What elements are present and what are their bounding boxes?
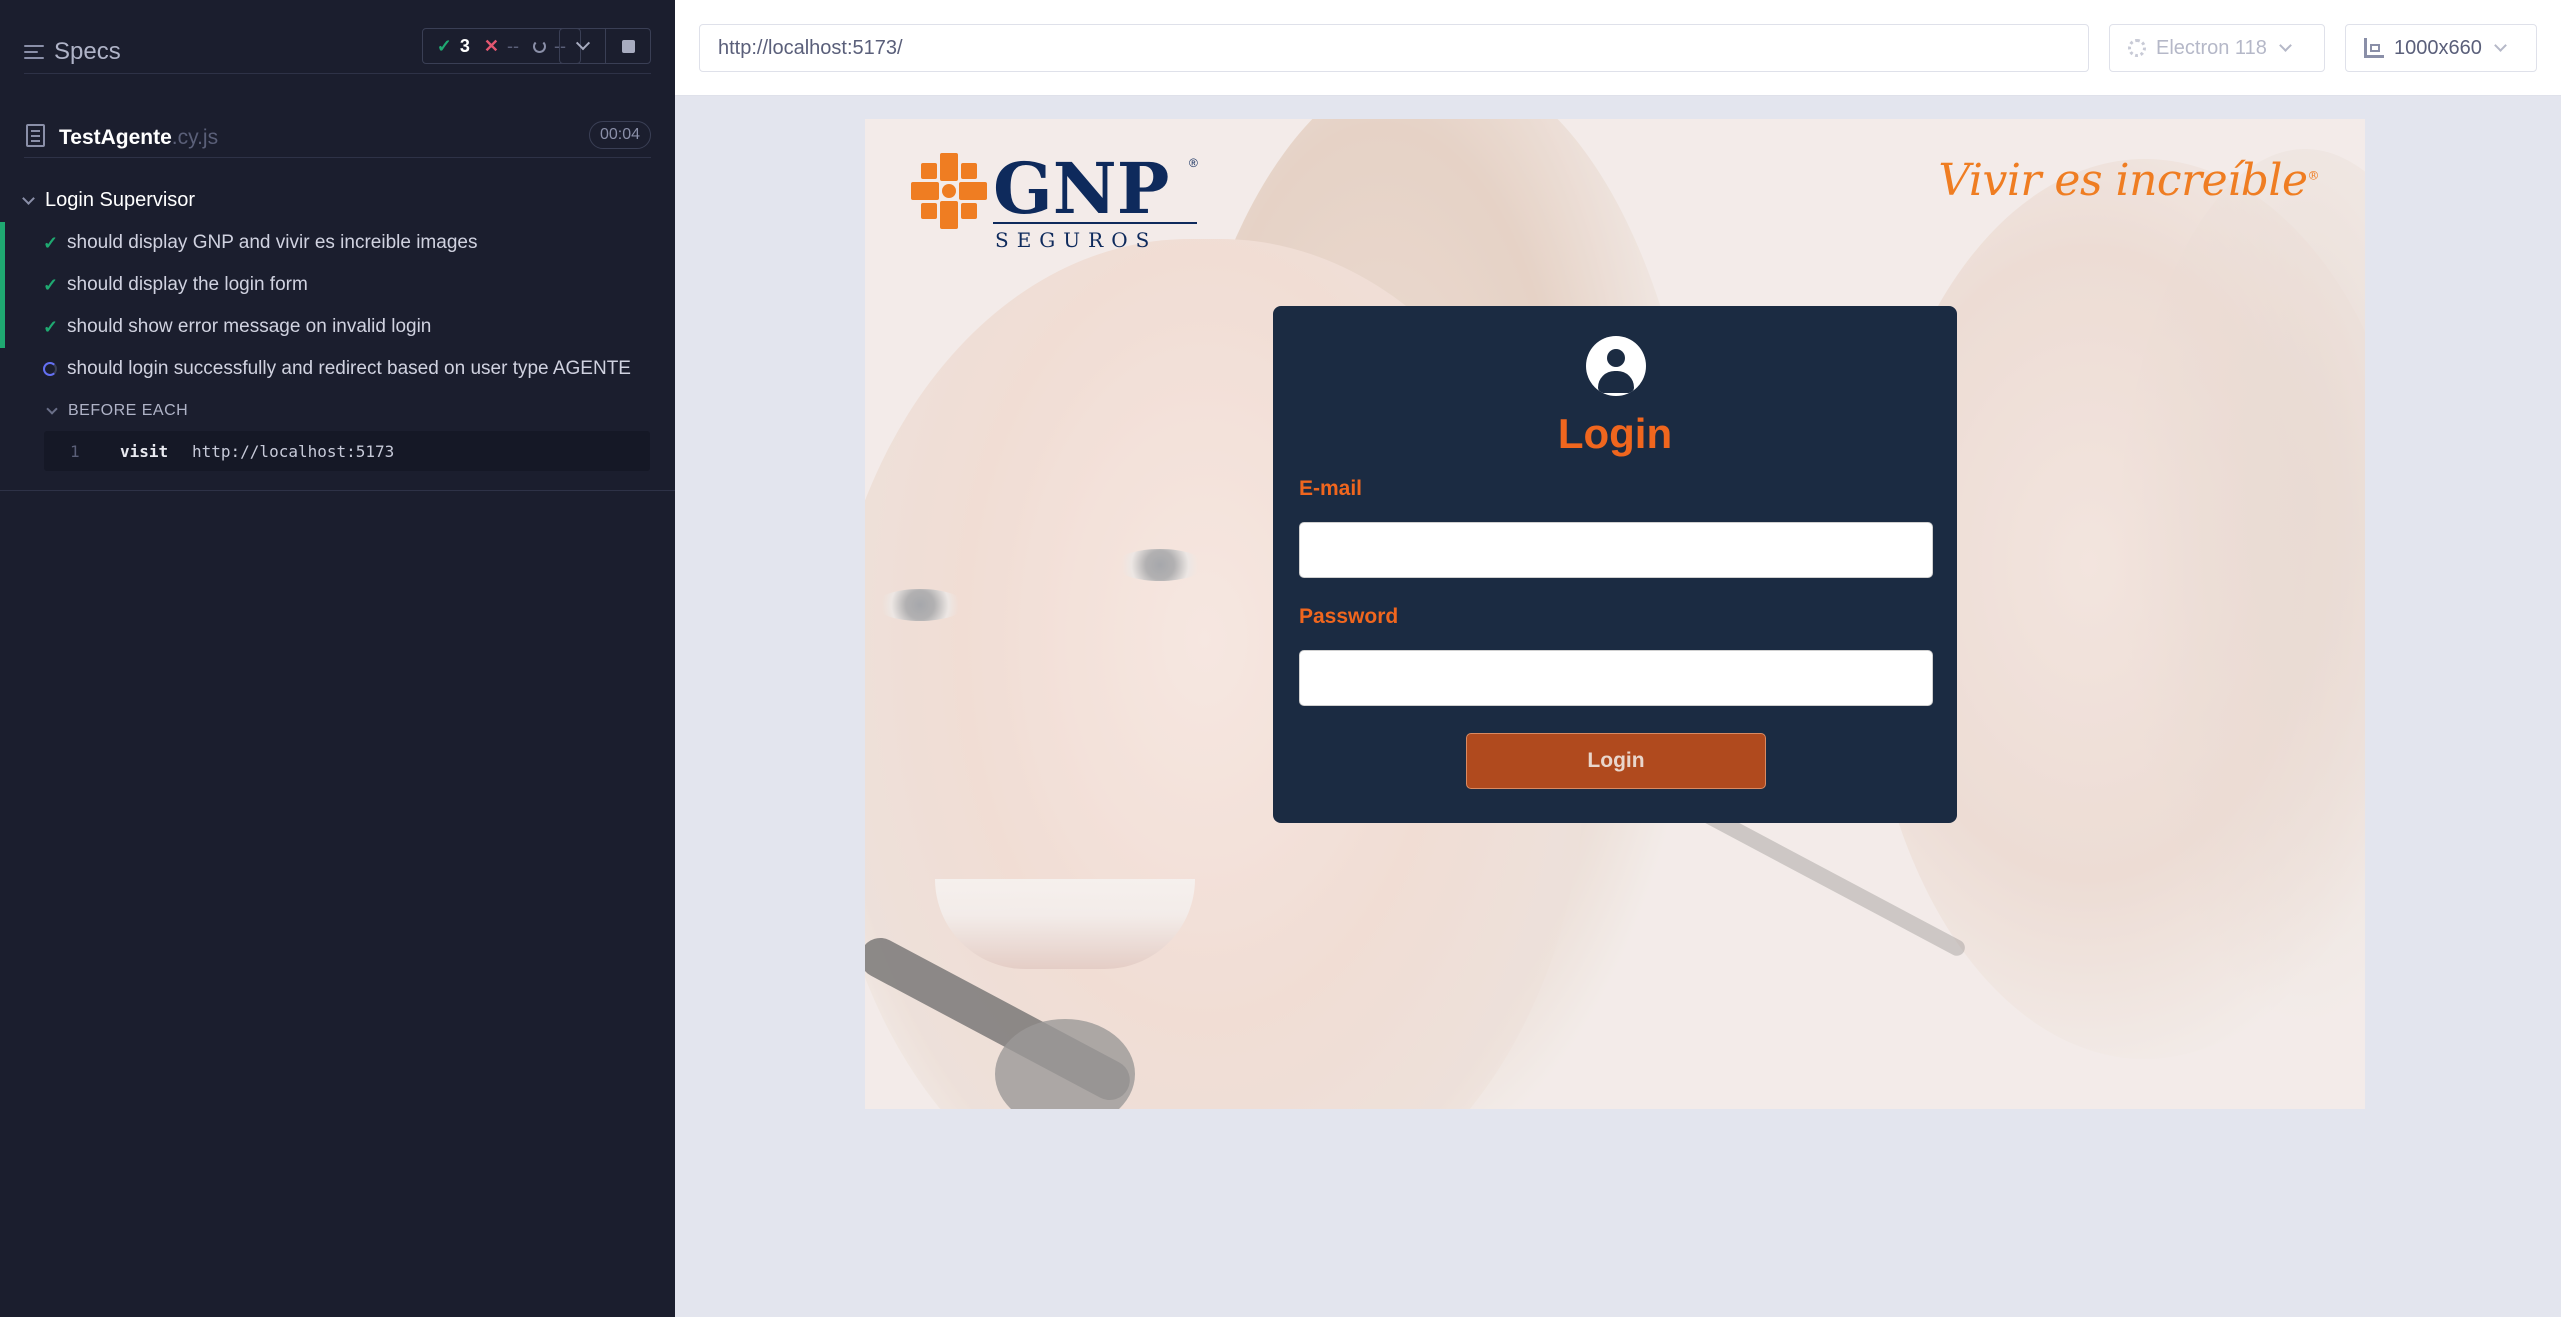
logo-text: GNP (993, 147, 1169, 230)
logo-subtext: SEGUROS (995, 228, 1157, 252)
stop-icon (621, 39, 635, 53)
chevron-down-icon (2278, 39, 2292, 52)
x-icon: ✕ (483, 35, 499, 56)
check-icon: ✓ (43, 316, 59, 337)
viewport-label: 1000x660 (2394, 36, 2482, 59)
specs-toggle[interactable]: Specs (24, 38, 121, 66)
password-label: Password (1299, 605, 1399, 628)
passed-count: 3 (459, 35, 470, 56)
stat-passed: ✓ 3 (437, 36, 470, 57)
login-button[interactable]: Login (1466, 733, 1766, 789)
spec-extension: .cy.js (171, 126, 219, 149)
test-row[interactable]: ✓ should display GNP and vivir es increi… (0, 222, 675, 264)
reporter-header: Specs ✓ 3 ✕ -- -- (24, 24, 651, 74)
chevron-down-icon (575, 36, 590, 51)
status-bar (0, 264, 5, 306)
check-icon: ✓ (436, 35, 452, 56)
hook-label: BEFORE EACH (68, 402, 189, 419)
spec-filename: TestAgente (59, 126, 172, 149)
test-label: should display the login form (67, 274, 308, 295)
command-message: http://localhost:5173 (192, 442, 395, 461)
command-row[interactable]: 1 visit http://localhost:5173 (44, 431, 650, 471)
gnp-logo: GNP ® SEGUROS (911, 147, 1198, 252)
chevron-down-icon (22, 192, 35, 205)
hook-header[interactable]: BEFORE EACH (46, 402, 189, 420)
running-spinner-icon (43, 362, 57, 376)
email-field[interactable] (1299, 522, 1933, 578)
spec-file-row[interactable]: TestAgente.cy.js 00:04 (24, 120, 651, 158)
app-preview: GNP ® SEGUROS Vivir es increíble® Login … (865, 119, 2365, 1109)
command-name: visit (120, 442, 169, 461)
command-number: 1 (70, 442, 80, 461)
suite-header[interactable]: Login Supervisor (22, 189, 196, 212)
email-label: E-mail (1299, 477, 1363, 500)
reporter-panel: Specs ✓ 3 ✕ -- -- TestAgente.cy.js 00:04… (0, 0, 675, 1317)
pending-icon (533, 39, 546, 53)
slogan: Vivir es increíble® (1938, 155, 2319, 206)
test-label: should login successfully and redirect b… (67, 358, 631, 379)
test-stats: ✓ 3 ✕ -- -- (421, 28, 581, 64)
failed-count: -- (507, 35, 519, 56)
test-row[interactable]: ✓ should display the login form (0, 264, 675, 306)
chevron-down-icon (46, 403, 58, 415)
check-icon: ✓ (43, 232, 59, 253)
login-form: Login E-mail Password Login (1273, 306, 1957, 823)
aut-header: http://localhost:5173/ Electron 118 1000… (675, 0, 2561, 96)
slogan-text: Vivir es increíble (1938, 155, 2308, 206)
user-icon (1586, 336, 1646, 396)
url-bar[interactable]: http://localhost:5173/ (699, 24, 2089, 72)
svg-text:®: ® (1189, 156, 1198, 170)
test-row[interactable]: ✓ should show error message on invalid l… (0, 306, 675, 348)
document-icon (26, 124, 45, 147)
status-bar (0, 222, 5, 264)
test-label: should display GNP and vivir es increibl… (67, 232, 478, 253)
check-icon: ✓ (43, 274, 59, 295)
status-bar (0, 306, 5, 348)
specs-label: Specs (54, 38, 121, 65)
test-label: should show error message on invalid log… (67, 316, 432, 337)
password-field[interactable] (1299, 650, 1933, 706)
specs-list-icon (24, 43, 44, 61)
viewport-selector[interactable]: 1000x660 (2345, 24, 2537, 72)
test-row[interactable]: should login successfully and redirect b… (0, 348, 675, 390)
login-title: Login (1557, 410, 1673, 457)
chevron-down-icon (2494, 39, 2507, 52)
browser-selector[interactable]: Electron 118 (2109, 24, 2325, 72)
expand-button[interactable] (560, 29, 605, 63)
browser-label: Electron 118 (2156, 36, 2267, 59)
run-controls (559, 28, 651, 64)
divider (0, 490, 675, 491)
stop-button[interactable] (605, 29, 650, 63)
viewport-icon (2364, 38, 2384, 58)
stat-failed: ✕ -- (484, 36, 519, 57)
spec-name: TestAgente.cy.js (59, 126, 218, 150)
spec-duration: 00:04 (588, 121, 651, 149)
suite-title: Login Supervisor (45, 189, 196, 211)
browser-icon (2128, 39, 2146, 57)
